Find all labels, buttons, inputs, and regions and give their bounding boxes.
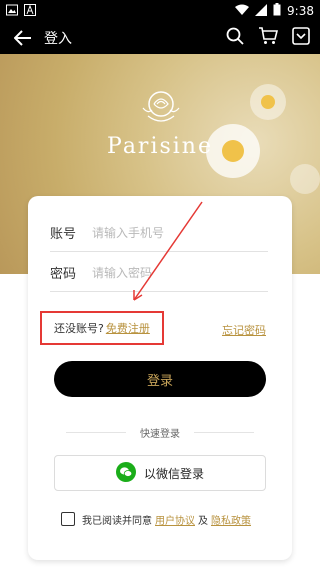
agree-prefix: 我已阅读并同意 [82,515,152,527]
brand-name: Parisine [107,134,213,159]
cart-icon[interactable] [258,27,279,49]
quick-login-label: 快速登录 [28,425,292,440]
account-label: 账号 [50,227,77,242]
agreement-row: 我已阅读并同意 用户协议 及 隐私政策 [61,510,287,528]
register-link[interactable]: 免费注册 [106,320,150,336]
password-label: 密码 [50,267,77,282]
search-icon[interactable] [226,27,244,49]
account-row: 账号 [50,214,268,252]
signal-icon [255,3,268,19]
page-title: 登入 [44,31,72,47]
agree-checkbox[interactable] [61,512,75,526]
agree-and: 及 [198,515,208,527]
login-button[interactable]: 登录 [54,361,266,397]
font-icon [24,3,36,19]
user-agreement-link[interactable]: 用户协议 [155,512,195,527]
daisy-flower [290,164,320,194]
forgot-password-link[interactable]: 忘记密码 [222,322,266,338]
daisy-center [261,95,275,109]
inbox-icon[interactable] [292,27,310,49]
no-account-text: 还没账号? [54,322,104,335]
password-input[interactable] [92,265,252,280]
status-bar: 9:38 [0,0,320,22]
privacy-policy-link[interactable]: 隐私政策 [211,512,251,527]
app-bar: 登入 [0,22,320,54]
wechat-login-label: 以微信登录 [143,466,204,481]
wechat-login-button[interactable]: 以微信登录 [54,455,266,491]
wechat-icon [115,461,136,485]
battery-icon [273,3,281,19]
wifi-icon [235,4,250,19]
password-row: 密码 [50,254,268,292]
status-time: 9:38 [287,4,314,18]
register-highlight-box: 还没账号? 免费注册 [40,311,164,345]
login-card: 账号 密码 还没账号? 免费注册 忘记密码 登录 快速登录 以微信登录 我已阅读… [28,196,292,560]
image-icon [6,4,18,19]
account-input[interactable] [92,225,252,240]
rose-logo-icon [138,86,184,130]
back-arrow-icon[interactable] [14,29,32,47]
